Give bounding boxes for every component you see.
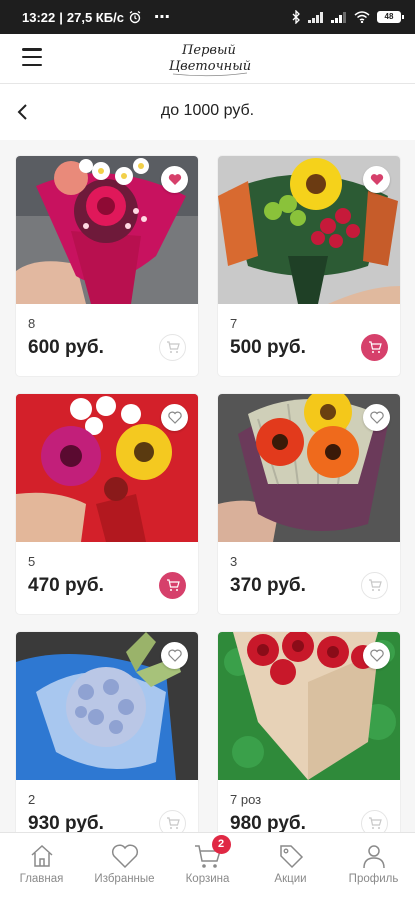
app-header: Первый Цветочный	[0, 34, 415, 84]
status-separator: |	[59, 9, 63, 25]
nav-label-profile: Профиль	[348, 873, 399, 885]
tag-icon	[279, 845, 303, 869]
title-bar: до 1000 руб.	[0, 84, 415, 140]
add-to-cart-button[interactable]	[159, 334, 186, 361]
product-quantity: 7	[230, 316, 238, 331]
brand-logo[interactable]: Первый Цветочный	[165, 38, 255, 80]
favorite-button[interactable]	[363, 404, 390, 431]
heart-outline-icon	[369, 649, 384, 662]
bluetooth-icon	[292, 10, 300, 24]
svg-text:Цветочный: Цветочный	[169, 59, 251, 74]
add-to-cart-button[interactable]	[361, 572, 388, 599]
network-speed: 27,5 КБ/с	[66, 9, 124, 25]
product-card[interactable]: 5 470 руб.	[16, 394, 198, 614]
menu-line	[22, 55, 42, 59]
signal-icon-2	[331, 12, 346, 23]
favorite-button[interactable]	[161, 404, 188, 431]
menu-line	[22, 63, 42, 66]
product-quantity: 5	[28, 554, 36, 569]
product-info: 2 930 руб.	[16, 780, 198, 837]
nav-label-favorites: Избранные	[94, 873, 155, 885]
heart-filled-icon	[168, 174, 181, 185]
nav-label-cart: Корзина	[185, 873, 230, 885]
svg-text:Первый: Первый	[181, 43, 236, 58]
product-image	[218, 394, 400, 542]
product-grid: 8 600 руб. 7 500 руб. 5 470 руб. 3 370 р…	[16, 156, 400, 852]
add-to-cart-button[interactable]	[159, 572, 186, 599]
signal-icon-1	[308, 12, 323, 23]
product-quantity: 8	[28, 316, 36, 331]
status-bar: 13:22 | 27,5 КБ/с ⋯ 48	[0, 0, 415, 34]
favorite-button[interactable]	[161, 642, 188, 669]
status-right: 48	[291, 10, 404, 24]
product-image	[218, 156, 400, 304]
menu-line	[22, 48, 42, 51]
product-quantity: 7 роз	[230, 792, 262, 807]
nav-item-profile[interactable]: Профиль	[332, 833, 415, 900]
status-time: 13:22	[22, 9, 56, 25]
product-image	[16, 632, 198, 780]
favorite-button[interactable]	[363, 642, 390, 669]
cart-badge: 2	[211, 835, 231, 854]
nav-label-home: Главная	[19, 873, 64, 885]
heart-outline-icon	[167, 649, 182, 662]
product-image	[16, 156, 198, 304]
nav-item-promotions[interactable]: Акции	[249, 833, 332, 900]
more-dots: ⋯	[153, 9, 170, 26]
product-card[interactable]: 3 370 руб.	[218, 394, 400, 614]
product-info: 7 500 руб.	[218, 304, 400, 361]
cart-icon	[368, 341, 382, 353]
status-left: 13:22 | 27,5 КБ/с ⋯	[22, 7, 170, 27]
heart-outline-icon	[369, 411, 384, 424]
heart-icon	[111, 844, 138, 869]
nav-item-home[interactable]: Главная	[0, 833, 83, 900]
heart-outline-icon	[167, 411, 182, 424]
bottom-nav: Главная Избранные 2 Корзина Акции Профил…	[0, 832, 415, 900]
alarm-icon	[129, 10, 141, 24]
cart-icon	[166, 579, 180, 591]
nav-item-favorites[interactable]: Избранные	[83, 833, 166, 900]
page-title: до 1000 руб.	[160, 102, 255, 119]
product-quantity: 3	[230, 554, 238, 569]
cart-icon	[166, 817, 180, 829]
product-image	[218, 632, 400, 780]
cart-icon	[368, 817, 382, 829]
profile-icon	[362, 845, 385, 869]
cart-icon	[368, 579, 382, 591]
product-info: 3 370 руб.	[218, 542, 400, 599]
nav-item-cart[interactable]: 2 Корзина	[166, 833, 249, 900]
product-info: 7 роз 980 руб.	[218, 780, 400, 837]
product-card[interactable]: 8 600 руб.	[16, 156, 198, 376]
heart-filled-icon	[370, 174, 383, 185]
home-icon	[30, 844, 53, 867]
product-card[interactable]: 7 500 руб.	[218, 156, 400, 376]
cart-icon	[166, 341, 180, 353]
menu-icon[interactable]	[22, 48, 42, 66]
nav-label-promotions: Акции	[274, 873, 307, 885]
wifi-icon	[354, 11, 370, 23]
product-card[interactable]: 2 930 руб.	[16, 632, 198, 852]
favorite-button[interactable]	[363, 166, 390, 193]
product-card[interactable]: 7 роз 980 руб.	[218, 632, 400, 852]
add-to-cart-button[interactable]	[361, 334, 388, 361]
product-image	[16, 394, 198, 542]
product-info: 8 600 руб.	[16, 304, 198, 361]
favorite-button[interactable]	[161, 166, 188, 193]
product-info: 5 470 руб.	[16, 542, 198, 599]
battery-icon: 48	[377, 11, 404, 23]
product-quantity: 2	[28, 792, 36, 807]
